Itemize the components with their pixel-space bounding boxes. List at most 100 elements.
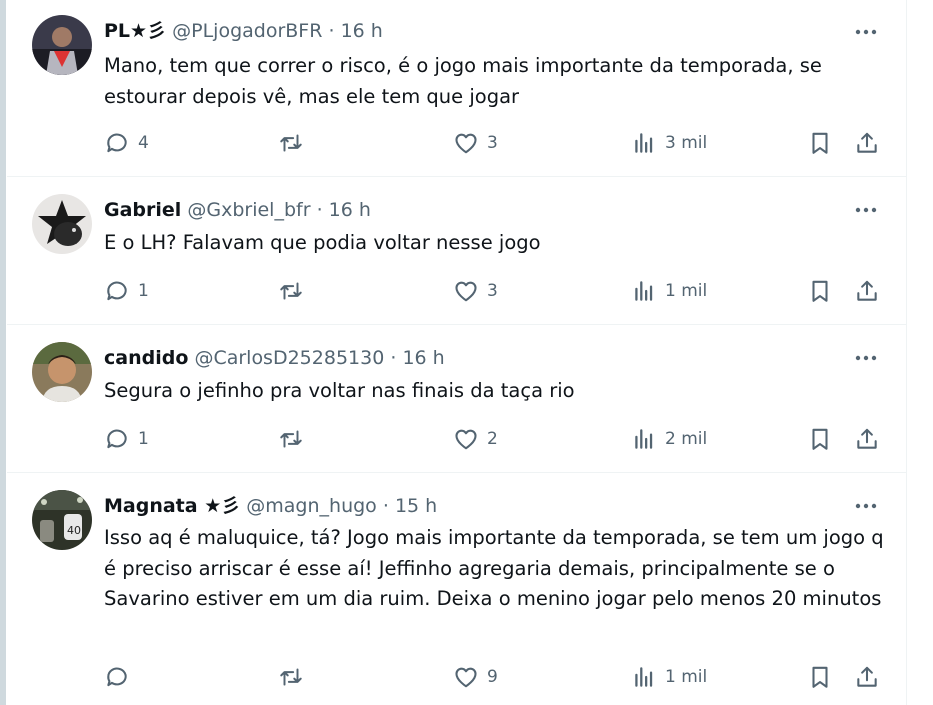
- share-icon: [857, 280, 877, 301]
- separator-dot: ·: [382, 495, 389, 517]
- display-name[interactable]: Gabriel: [104, 199, 181, 221]
- views-button[interactable]: 3 mil: [631, 130, 707, 156]
- display-name[interactable]: Magnata ★彡: [104, 495, 240, 517]
- retweet-icon: [280, 282, 302, 300]
- views-icon: [635, 429, 653, 449]
- like-count: 3: [487, 133, 498, 153]
- user-handle[interactable]: @CarlosD25285130: [194, 347, 384, 369]
- display-name[interactable]: PL★彡: [104, 20, 166, 42]
- retweet-button[interactable]: [278, 426, 312, 452]
- views-button[interactable]: 1 mil: [631, 278, 707, 304]
- avatar[interactable]: [32, 342, 92, 402]
- bookmark-button[interactable]: [807, 278, 833, 304]
- share-button[interactable]: [854, 130, 880, 156]
- like-icon: [455, 133, 477, 154]
- tweet[interactable]: Gabriel @Gxbriel_bfr · 16 h E o LH? Fala…: [7, 177, 906, 325]
- reply-button[interactable]: 1: [104, 278, 149, 304]
- more-icon: [855, 503, 877, 509]
- view-count: 1 mil: [665, 281, 708, 301]
- bookmark-icon: [812, 132, 828, 154]
- retweet-icon: [280, 430, 302, 448]
- user-handle[interactable]: @Gxbriel_bfr: [187, 199, 310, 221]
- separator-dot: ·: [316, 199, 323, 221]
- action-bar: 4 3 3 mil: [104, 130, 894, 156]
- view-count: 3 mil: [665, 133, 708, 153]
- views-icon: [635, 667, 653, 687]
- more-icon: [855, 29, 877, 35]
- like-button[interactable]: 2: [453, 426, 498, 452]
- tweet[interactable]: candido @CarlosD25285130 · 16 h Segura o…: [7, 325, 906, 473]
- avatar[interactable]: 40: [32, 490, 92, 550]
- reply-count: 1: [138, 281, 149, 301]
- share-icon: [857, 428, 877, 449]
- timestamp[interactable]: 16 h: [341, 20, 383, 42]
- more-icon: [855, 207, 877, 213]
- more-options-button[interactable]: [852, 22, 880, 42]
- retweet-button[interactable]: [278, 664, 312, 690]
- tweet-header: Gabriel @Gxbriel_bfr · 16 h: [104, 197, 846, 223]
- user-handle[interactable]: @magn_hugo: [246, 495, 377, 517]
- tweet-header: candido @CarlosD25285130 · 16 h: [104, 345, 846, 371]
- retweet-icon: [280, 134, 302, 152]
- reply-count: 1: [138, 429, 149, 449]
- retweet-button[interactable]: [278, 130, 312, 156]
- tweet-text: E o LH? Falavam que podia voltar nesse j…: [104, 231, 541, 254]
- action-bar: 1 3 1 mil: [104, 278, 894, 304]
- separator-dot: ·: [390, 347, 397, 369]
- bookmark-button[interactable]: [807, 664, 833, 690]
- left-scroll-rail: [0, 0, 6, 705]
- share-button[interactable]: [854, 664, 880, 690]
- timestamp[interactable]: 16 h: [329, 199, 371, 221]
- share-button[interactable]: [854, 278, 880, 304]
- tweet[interactable]: PL★彡 @PLjogadorBFR · 16 h Mano, tem que …: [7, 0, 906, 177]
- view-count: 1 mil: [665, 667, 708, 687]
- bookmark-icon: [812, 666, 828, 688]
- reply-icon: [107, 667, 127, 687]
- reply-icon: [107, 281, 127, 301]
- view-count: 2 mil: [665, 429, 708, 449]
- tweet-header: Magnata ★彡 @magn_hugo · 15 h: [104, 493, 846, 519]
- like-button[interactable]: 3: [453, 130, 498, 156]
- views-button[interactable]: 1 mil: [631, 664, 707, 690]
- reply-button[interactable]: [104, 664, 138, 690]
- feed-right-border: [906, 0, 907, 705]
- retweet-button[interactable]: [278, 278, 312, 304]
- timestamp[interactable]: 15 h: [395, 495, 437, 517]
- retweet-icon: [280, 668, 302, 686]
- more-icon: [855, 355, 877, 361]
- tweet-header: PL★彡 @PLjogadorBFR · 16 h: [104, 18, 846, 44]
- like-icon: [455, 429, 477, 450]
- avatar[interactable]: [32, 194, 92, 254]
- more-options-button[interactable]: [852, 496, 880, 516]
- user-handle[interactable]: @PLjogadorBFR: [172, 20, 322, 42]
- reply-icon: [107, 429, 127, 449]
- like-count: 9: [487, 667, 498, 687]
- action-bar: 1 2 2 mil: [104, 426, 894, 452]
- share-button[interactable]: [854, 426, 880, 452]
- tweet-text: Mano, tem que correr o risco, é o jogo m…: [104, 54, 822, 108]
- avatar[interactable]: [32, 15, 92, 75]
- reply-button[interactable]: 4: [104, 130, 149, 156]
- svg-text:40: 40: [67, 524, 81, 537]
- like-count: 3: [487, 281, 498, 301]
- display-name[interactable]: candido: [104, 347, 188, 369]
- tweet-text: Segura o jefinho pra voltar nas finais d…: [104, 379, 575, 402]
- like-button[interactable]: 9: [453, 664, 498, 690]
- timestamp[interactable]: 16 h: [402, 347, 444, 369]
- like-button[interactable]: 3: [453, 278, 498, 304]
- action-bar: 9 1 mil: [104, 664, 894, 690]
- tweet[interactable]: 40 Magnata ★彡 @magn_hugo · 15 h Isso aq …: [7, 473, 906, 705]
- bookmark-icon: [812, 280, 828, 302]
- bookmark-icon: [812, 428, 828, 450]
- views-button[interactable]: 2 mil: [631, 426, 707, 452]
- more-options-button[interactable]: [852, 200, 880, 220]
- bookmark-button[interactable]: [807, 426, 833, 452]
- views-icon: [635, 281, 653, 301]
- share-icon: [857, 666, 877, 687]
- reply-button[interactable]: 1: [104, 426, 149, 452]
- like-count: 2: [487, 429, 498, 449]
- bookmark-button[interactable]: [807, 130, 833, 156]
- like-icon: [455, 281, 477, 302]
- more-options-button[interactable]: [852, 348, 880, 368]
- tweet-text: Isso aq é maluquice, tá? Jogo mais impor…: [104, 526, 884, 610]
